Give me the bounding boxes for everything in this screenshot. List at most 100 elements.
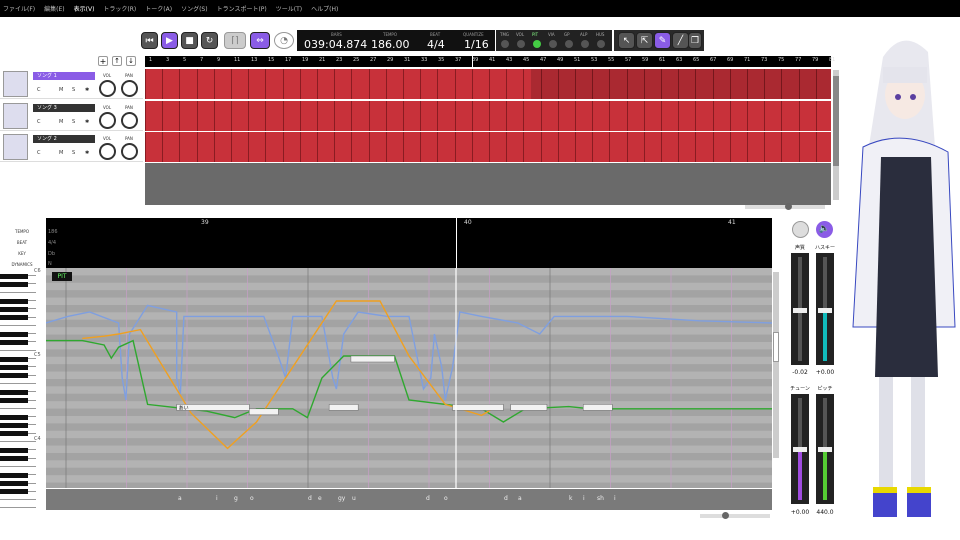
menu-item[interactable]: ツール(T) xyxy=(276,4,302,13)
volume-knob[interactable] xyxy=(99,80,116,97)
pitch-slider[interactable] xyxy=(816,394,834,504)
param-toggle[interactable]: PIT xyxy=(532,32,538,37)
pan-knob[interactable] xyxy=(121,143,138,160)
phoneme[interactable]: o xyxy=(444,495,448,502)
black-key[interactable] xyxy=(0,481,28,487)
phoneme[interactable]: e xyxy=(318,495,322,502)
phoneme[interactable]: d xyxy=(308,495,312,502)
black-key[interactable] xyxy=(0,364,28,370)
white-key[interactable] xyxy=(0,500,36,509)
phoneme[interactable]: d xyxy=(426,495,430,502)
black-key[interactable] xyxy=(0,273,28,279)
phoneme[interactable]: i xyxy=(583,495,585,502)
note-block[interactable] xyxy=(249,408,279,416)
phoneme[interactable]: sh xyxy=(597,495,604,502)
black-key[interactable] xyxy=(0,472,28,478)
black-key[interactable] xyxy=(0,373,28,379)
menu-item[interactable]: トランスポート(P) xyxy=(217,4,267,13)
pan-knob[interactable] xyxy=(121,112,138,129)
track-c-button[interactable]: C xyxy=(37,119,41,125)
track-header[interactable]: ソング 3 C M S ✱ VOL PAN xyxy=(0,101,143,131)
snowflake-icon[interactable]: ✱ xyxy=(85,150,89,156)
param-toggle[interactable]: TMG xyxy=(500,32,509,37)
black-key[interactable] xyxy=(0,447,28,453)
black-key[interactable] xyxy=(0,398,28,404)
volume-knob[interactable] xyxy=(99,143,116,160)
note-block[interactable]: あい xyxy=(176,404,250,411)
track-mute-button[interactable]: M xyxy=(59,87,63,93)
auto-scroll-button[interactable]: ⇔ xyxy=(250,32,270,49)
bar-region-button[interactable]: ⌈⌉ xyxy=(224,32,246,49)
phoneme[interactable]: i xyxy=(216,495,218,502)
phoneme[interactable]: gy xyxy=(338,495,345,502)
stop-button[interactable]: ■ xyxy=(181,32,198,49)
param-toggle-led[interactable] xyxy=(581,40,589,48)
rewind-button[interactable]: ⏮ xyxy=(141,32,158,49)
arranger-vscroll[interactable] xyxy=(833,70,839,200)
phoneme[interactable]: k xyxy=(569,495,572,502)
black-key[interactable] xyxy=(0,281,28,287)
voice-quality-slider[interactable] xyxy=(791,253,809,365)
param-toggle-led[interactable] xyxy=(549,40,557,48)
select-tool-icon[interactable]: ⇱ xyxy=(636,32,653,49)
menu-item[interactable]: ファイル(F) xyxy=(3,4,35,13)
track-mute-button[interactable]: M xyxy=(59,150,63,156)
phoneme[interactable]: u xyxy=(352,495,356,502)
param-toggle-led[interactable] xyxy=(533,40,541,48)
param-toggle-led[interactable] xyxy=(501,40,509,48)
add-track-button[interactable]: + xyxy=(98,56,108,66)
pointer-tool-icon[interactable]: ↖ xyxy=(618,32,635,49)
tune-slider[interactable] xyxy=(791,394,809,504)
copy-tool-icon[interactable]: ❐ xyxy=(688,32,702,49)
track-name[interactable]: ソング 2 xyxy=(33,135,95,143)
phoneme[interactable]: o xyxy=(250,495,254,502)
menu-item[interactable]: 表示(V) xyxy=(74,4,95,13)
arranger-ruler[interactable]: 1 3 5 7 9 11 13 15 17 19 21 23 25 27 29 31 33 35 37 39 41 43 4… xyxy=(145,56,835,206)
tempo-readout[interactable]: 186.00 xyxy=(371,38,410,51)
piano-keyboard[interactable]: C6 C5 C4 xyxy=(0,268,45,510)
phoneme[interactable]: g xyxy=(234,495,238,502)
editor-ruler[interactable]: 186 4/4 Db N 39 40 41 xyxy=(46,218,772,488)
loop-button[interactable]: ↻ xyxy=(201,32,218,49)
note-block[interactable] xyxy=(582,404,613,411)
track-lane[interactable] xyxy=(145,132,831,162)
phoneme-lane[interactable]: a i g o d e gy u d o d a k i sh i xyxy=(46,489,772,510)
phoneme[interactable]: a xyxy=(518,495,522,502)
line-tool-icon[interactable]: ╱ xyxy=(672,32,689,49)
track-solo-button[interactable]: S xyxy=(72,150,75,156)
black-key[interactable] xyxy=(0,456,28,462)
track-mute-button[interactable]: M xyxy=(59,119,63,125)
param-toggle[interactable]: GP xyxy=(564,32,570,37)
param-toggle[interactable]: VIA xyxy=(548,32,555,37)
snowflake-icon[interactable]: ✱ xyxy=(85,87,89,93)
editor-vscroll[interactable] xyxy=(773,272,779,458)
pitch-curve-canvas[interactable]: あい xyxy=(46,268,772,488)
snowflake-icon[interactable]: ✱ xyxy=(85,119,89,125)
note-block[interactable] xyxy=(350,355,395,363)
track-header[interactable]: ソング 2 C M S ✱ VOL PAN xyxy=(0,132,143,162)
piano-roll[interactable]: あい PIT xyxy=(46,268,772,488)
quantize-readout[interactable]: 1/16 xyxy=(464,38,489,51)
menu-item[interactable]: トラック(R) xyxy=(103,4,136,13)
param-toggle[interactable]: ALP xyxy=(580,32,587,37)
black-key[interactable] xyxy=(0,489,28,495)
note-block[interactable] xyxy=(328,404,359,411)
param-toggle[interactable]: HUS xyxy=(596,32,604,37)
param-toggle-led[interactable] xyxy=(597,40,605,48)
arranger-zoom-slider[interactable] xyxy=(745,203,825,210)
param-toggle-led[interactable] xyxy=(517,40,525,48)
track-c-button[interactable]: C xyxy=(37,87,41,93)
note-block[interactable] xyxy=(510,404,548,411)
empty-track-area[interactable] xyxy=(145,163,831,205)
play-button[interactable]: ▶ xyxy=(161,32,178,49)
track-name[interactable]: ソング 1 xyxy=(33,72,95,80)
phoneme[interactable]: d xyxy=(504,495,508,502)
volume-knob[interactable] xyxy=(99,112,116,129)
move-track-down-button[interactable]: ↓ xyxy=(126,56,136,66)
menu-item[interactable]: ソング(S) xyxy=(181,4,208,13)
black-key[interactable] xyxy=(0,423,28,428)
editor-zoom-slider[interactable] xyxy=(700,512,770,519)
phoneme[interactable]: i xyxy=(614,495,616,502)
metronome-icon[interactable]: ◔ xyxy=(274,32,294,49)
track-lane[interactable] xyxy=(145,101,831,131)
